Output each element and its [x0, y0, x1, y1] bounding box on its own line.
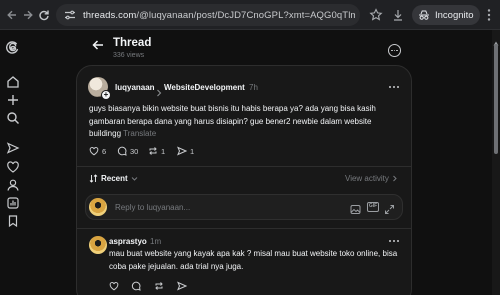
- star-icon[interactable]: [369, 8, 383, 22]
- download-icon[interactable]: [391, 8, 405, 22]
- sort-icon: [89, 174, 98, 183]
- post-more-button[interactable]: [389, 86, 401, 90]
- side-navigation: [0, 30, 26, 295]
- incognito-badge[interactable]: Incognito: [412, 5, 480, 25]
- post-time: 7h: [249, 83, 258, 92]
- repost-icon: [149, 147, 157, 155]
- view-count: 336 views: [113, 52, 145, 59]
- repost-button[interactable]: 1: [148, 145, 165, 157]
- repost-icon: [155, 282, 163, 290]
- view-activity-label: View activity: [345, 174, 389, 183]
- send-icon: [177, 281, 188, 291]
- current-user-avatar: [89, 198, 107, 216]
- view-activity-link[interactable]: View activity: [345, 174, 398, 183]
- address-bar[interactable]: threads.com/@luqyanaan/post/DcJD7CnoGPL?…: [56, 4, 360, 26]
- comment-repost-button[interactable]: [154, 278, 164, 290]
- gif-icon[interactable]: GIF: [367, 202, 379, 212]
- reply-button[interactable]: 30: [117, 145, 138, 157]
- comment-username[interactable]: asprastyo: [109, 237, 147, 246]
- comment-time: 1m: [150, 237, 162, 246]
- share-count: 1: [190, 146, 195, 156]
- search-icon[interactable]: [6, 111, 20, 125]
- chevron-right-icon: [156, 84, 162, 97]
- comment-text: mau buat website yang kayak apa kak ? mi…: [109, 249, 398, 271]
- page-title: Thread: [113, 37, 152, 49]
- comment-reply-button[interactable]: [131, 278, 141, 291]
- comment-icon: [131, 281, 141, 291]
- post-text: guys biasanya bikin website buat bisnis …: [89, 104, 376, 138]
- home-icon[interactable]: [6, 75, 20, 89]
- comment-more-button[interactable]: [389, 240, 401, 244]
- repost-count: 1: [161, 146, 166, 156]
- browser-menu-icon[interactable]: [485, 8, 493, 22]
- browser-toolbar: threads.com/@luqyanaan/post/DcJD7CnoGPL?…: [0, 0, 500, 30]
- like-button[interactable]: 6: [89, 145, 106, 157]
- heart-icon[interactable]: [6, 160, 20, 174]
- thread-options-button[interactable]: [388, 44, 401, 57]
- incognito-icon: [419, 10, 429, 20]
- incognito-label: Incognito: [435, 9, 474, 21]
- image-icon[interactable]: [350, 202, 361, 214]
- comment-icon: [117, 146, 127, 156]
- commenter-avatar[interactable]: [89, 236, 107, 254]
- heart-icon: [89, 147, 99, 156]
- follow-plus-icon[interactable]: +: [101, 90, 111, 100]
- post-username[interactable]: luqyanaan: [115, 83, 155, 92]
- threads-logo-icon[interactable]: [6, 40, 20, 54]
- translate-link[interactable]: Translate: [123, 129, 156, 138]
- share-button[interactable]: 1: [177, 145, 194, 157]
- site-settings-icon[interactable]: [64, 9, 76, 21]
- divider: [77, 166, 411, 167]
- like-count: 6: [102, 146, 107, 156]
- reply-placeholder: Reply to luqyanaan...: [115, 203, 191, 212]
- plus-icon[interactable]: [6, 93, 20, 107]
- post-topic[interactable]: WebsiteDevelopment: [164, 83, 245, 92]
- chevron-right-icon: [393, 175, 397, 182]
- comment-like-button[interactable]: [109, 278, 119, 291]
- divider: [77, 228, 411, 229]
- url-text: threads.com/@luqyanaan/post/DcJD7CnoGPL?…: [83, 9, 355, 21]
- send-icon[interactable]: [6, 141, 20, 155]
- scrollbar-thumb[interactable]: [494, 44, 498, 154]
- sort-dropdown[interactable]: Recent: [89, 174, 138, 183]
- send-icon: [177, 146, 187, 156]
- heart-icon: [109, 282, 119, 291]
- reply-count: 30: [130, 146, 139, 156]
- chevron-down-icon: [131, 177, 138, 181]
- profile-icon[interactable]: [6, 178, 20, 192]
- scroll-up-icon[interactable]: [493, 33, 499, 46]
- insights-icon[interactable]: [6, 196, 20, 210]
- expand-icon[interactable]: [384, 202, 395, 214]
- sort-label: Recent: [101, 174, 128, 183]
- reload-icon[interactable]: [34, 5, 54, 25]
- back-button[interactable]: [91, 38, 105, 52]
- bookmark-icon[interactable]: [6, 214, 20, 228]
- comment-share-button[interactable]: [177, 278, 188, 291]
